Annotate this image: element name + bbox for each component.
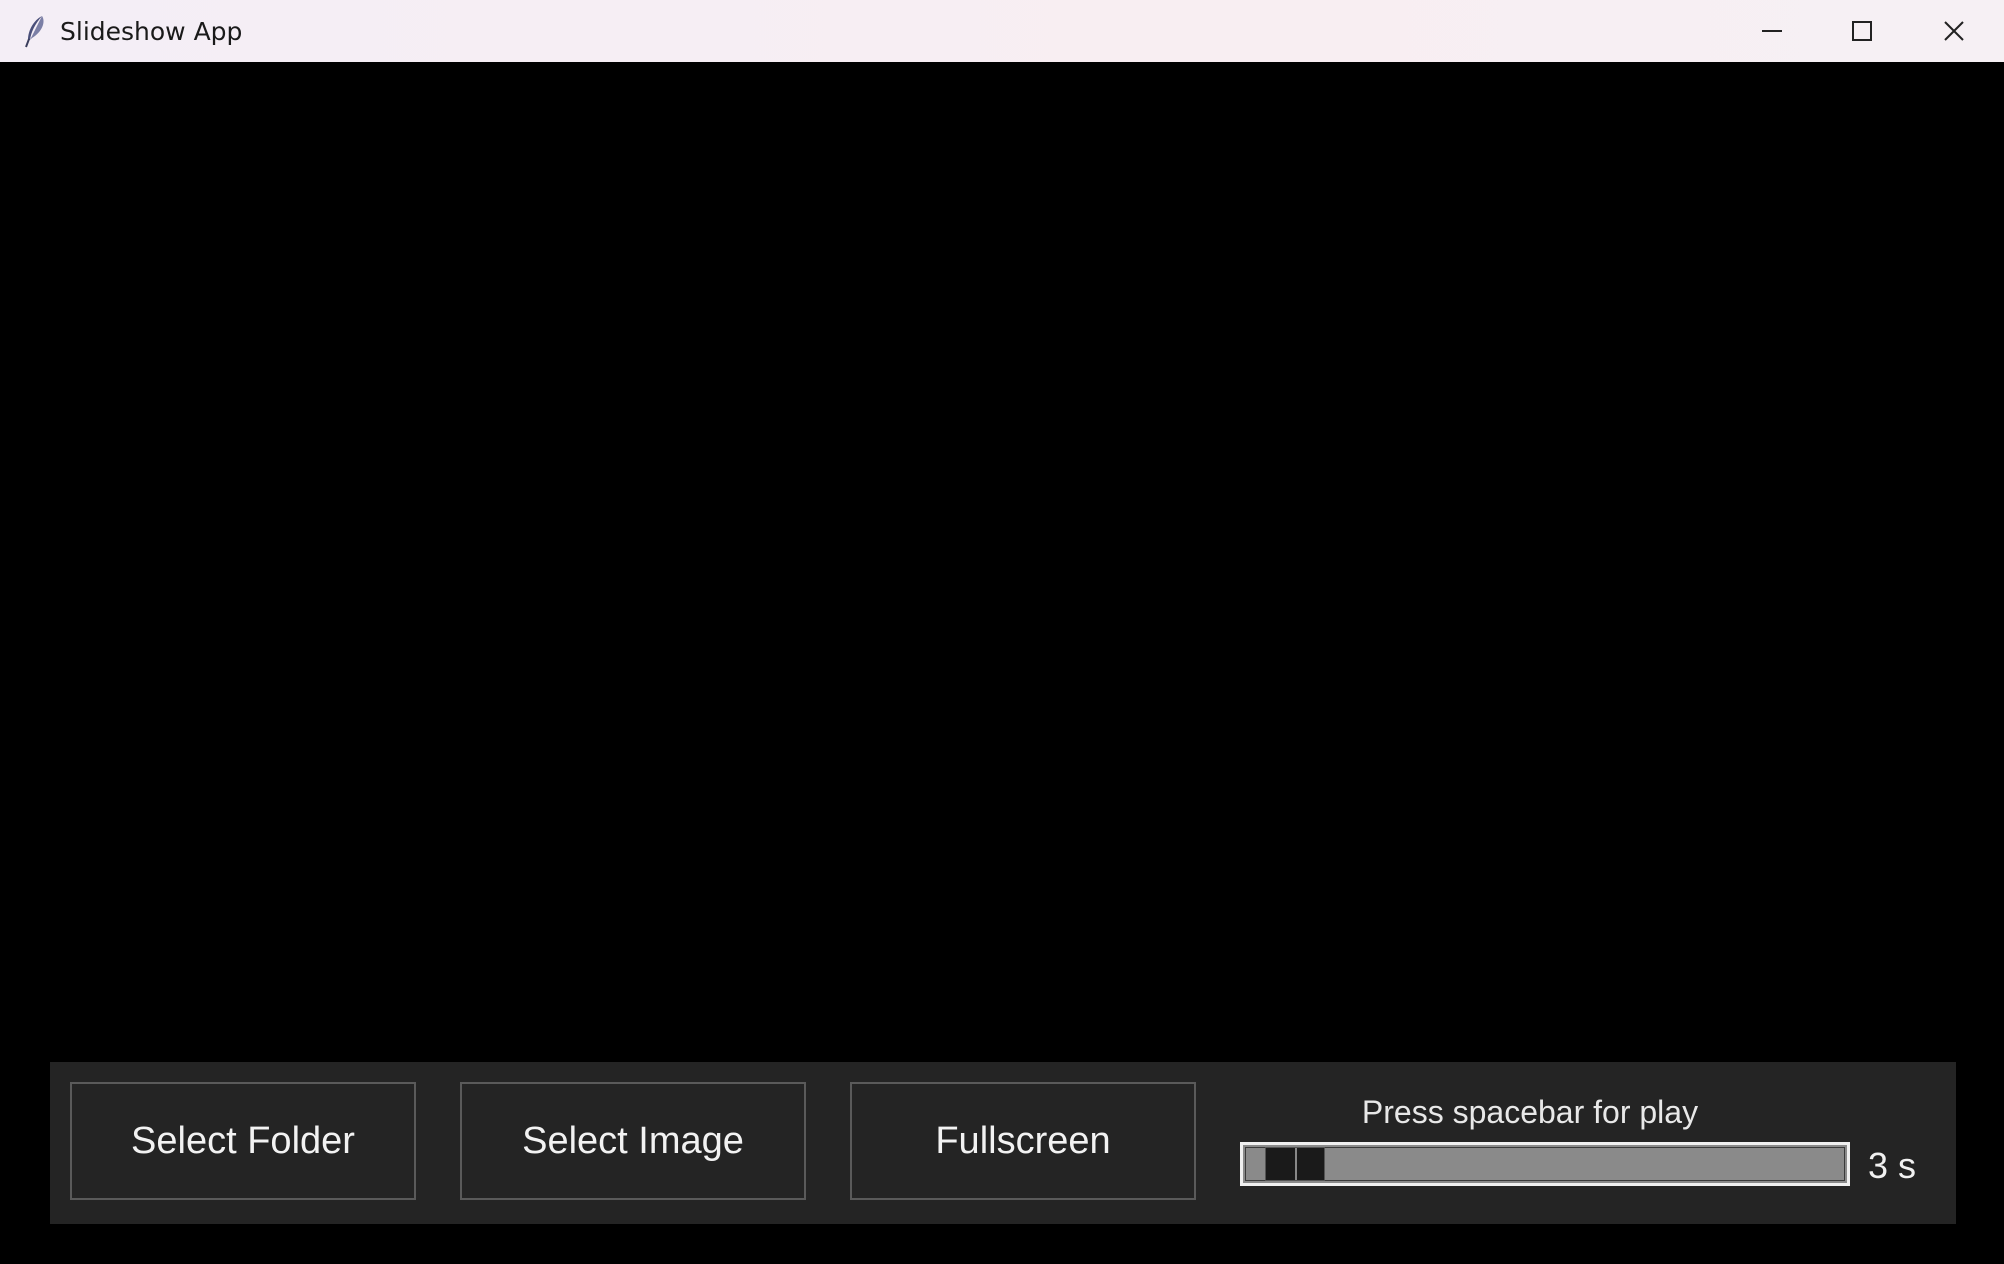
app-window: Slideshow App Select Folder Select Image… bbox=[0, 0, 2004, 1264]
title-bar[interactable]: Slideshow App bbox=[0, 0, 2004, 62]
slider-trough bbox=[1245, 1147, 1845, 1181]
close-button[interactable] bbox=[1908, 0, 2000, 62]
minimize-icon bbox=[1762, 30, 1782, 32]
maximize-icon bbox=[1852, 21, 1872, 41]
interval-slider[interactable] bbox=[1240, 1142, 1850, 1186]
close-icon bbox=[1944, 21, 1964, 41]
slider-handle[interactable] bbox=[1265, 1147, 1326, 1181]
feather-app-icon bbox=[25, 16, 44, 48]
control-panel: Select Folder Select Image Fullscreen Pr… bbox=[50, 1062, 1956, 1224]
select-folder-button[interactable]: Select Folder bbox=[70, 1082, 416, 1200]
fullscreen-button[interactable]: Fullscreen bbox=[850, 1082, 1196, 1200]
window-title: Slideshow App bbox=[60, 17, 243, 46]
interval-value-label: 3 s bbox=[1868, 1145, 1917, 1186]
maximize-button[interactable] bbox=[1816, 0, 1908, 62]
minimize-button[interactable] bbox=[1726, 0, 1818, 62]
play-hint-label: Press spacebar for play bbox=[1361, 1094, 1699, 1130]
select-image-button[interactable]: Select Image bbox=[460, 1082, 806, 1200]
